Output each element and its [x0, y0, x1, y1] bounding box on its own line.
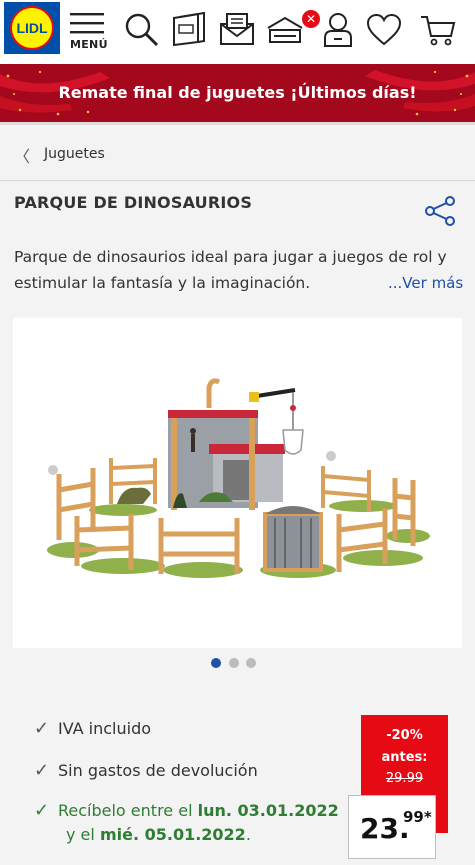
promo-text[interactable]: Remate final de juguetes ¡Últimos días! [0, 64, 475, 122]
heart-icon[interactable] [366, 13, 402, 50]
lidl-logo[interactable]: LIDL [4, 2, 60, 54]
account-icon[interactable] [322, 12, 354, 52]
delivery-date-from: lun. 03.01.2022 [197, 801, 339, 820]
old-price: 29.99 [385, 771, 424, 786]
search-icon[interactable] [124, 12, 160, 52]
delivery-suffix: . [245, 825, 251, 844]
delivery-prefix: Recíbelo entre el [58, 801, 198, 820]
promo-banner[interactable]: Remate final de juguetes ¡Últimos días! [0, 64, 475, 122]
cart-icon[interactable] [420, 14, 456, 50]
chevron-left-icon[interactable]: 〈 [14, 143, 30, 167]
dinosaur-park-illustration [47, 378, 430, 578]
feature-delivery: ✓ Recíbelo entre el lun. 03.01.2022 [34, 800, 339, 821]
carousel-dot-3[interactable] [246, 658, 256, 668]
check-icon: ✓ [34, 718, 50, 739]
breadcrumb-divider [0, 180, 475, 181]
breadcrumb-link[interactable]: Juguetes [44, 146, 105, 162]
feature-delivery-line2: y el mié. 05.01.2022. [66, 825, 251, 844]
carousel-dot-1[interactable] [211, 658, 221, 668]
read-more-link[interactable]: ...Ver más [388, 274, 463, 292]
content-divider [0, 122, 475, 125]
brochure-icon[interactable] [172, 11, 208, 50]
feature-returns-label: Sin gastos de devolución [58, 761, 258, 780]
header: LIDL MENÚ ✕ [0, 0, 475, 64]
menu-label[interactable]: MENÚ [70, 38, 108, 51]
product-image[interactable] [13, 318, 462, 648]
mail-icon[interactable] [219, 12, 255, 50]
product-title: PARQUE DE DINOSAURIOS [14, 193, 253, 212]
store-icon[interactable] [266, 16, 304, 48]
carousel-dot-2[interactable] [229, 658, 239, 668]
store-badge: ✕ [302, 10, 320, 28]
menu-icon[interactable] [70, 12, 104, 40]
feature-vat-label: IVA incluido [58, 719, 152, 738]
delivery-mid: y el [66, 825, 100, 844]
price-decimal: 99* [403, 808, 432, 826]
before-label: antes: [381, 750, 428, 765]
check-icon: ✓ [34, 800, 50, 821]
feature-vat: ✓ IVA incluido [34, 718, 151, 739]
discount-percent: -20% [386, 728, 423, 743]
share-icon[interactable] [424, 196, 456, 230]
feature-returns: ✓ Sin gastos de devolución [34, 760, 258, 781]
delivery-date-to: mié. 05.01.2022 [99, 825, 246, 844]
check-icon: ✓ [34, 760, 50, 781]
logo-text: LIDL [16, 20, 48, 36]
